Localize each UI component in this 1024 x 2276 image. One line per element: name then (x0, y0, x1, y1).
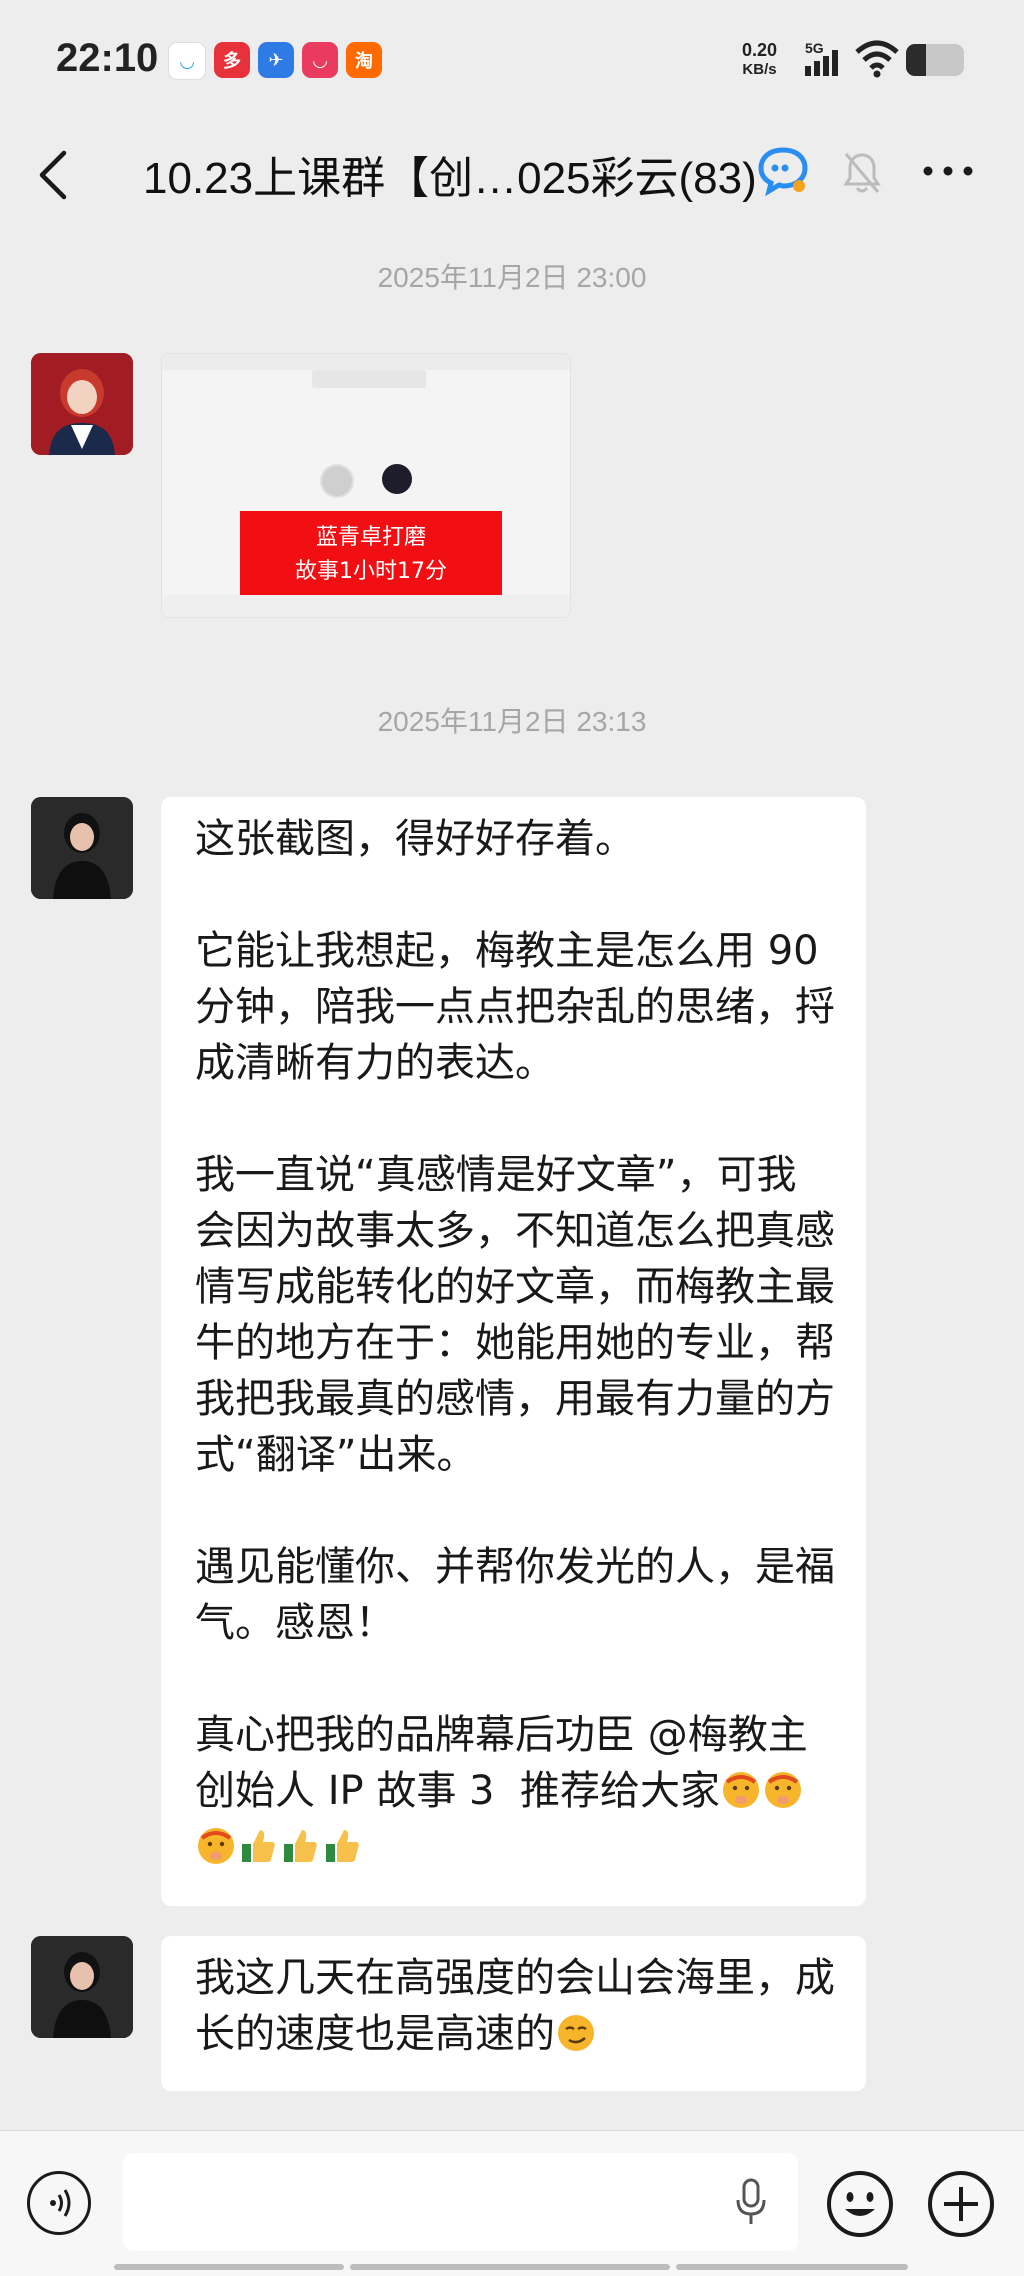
emoji-button-icon[interactable] (825, 2169, 895, 2239)
image-title-pill (312, 370, 426, 388)
microphone-icon[interactable] (731, 2176, 771, 2228)
image-person-avatar (382, 464, 412, 494)
wifi-icon (855, 40, 899, 78)
gesture-bar-segment (114, 2264, 344, 2270)
image-message[interactable]: 蓝青卓打磨 故事1小时17分 (161, 353, 571, 618)
thumbs-up-emoji-icon (242, 1830, 275, 1862)
thumbs-up-emoji-icon (326, 1830, 359, 1862)
chat-title: 10.23上课群【创…025彩云(83) (143, 154, 757, 203)
status-bar: 22:10 ◡ 多 ✈ ◡ 淘 0.20 KB/s 5G (0, 0, 1024, 120)
message-paragraph: 遇见能懂你、并帮你发光的人，是福气。感恩！ (195, 1544, 835, 1646)
taobao-icon: 淘 (346, 42, 382, 78)
shush-emoji-icon (722, 1772, 759, 1808)
voice-input-button[interactable] (27, 2171, 91, 2235)
message-paragraph: 它能让我想起，梅教主是怎么用 90 分钟，陪我一点点把杂乱的思绪，捋成清晰有力的… (195, 928, 835, 1086)
message-timestamp: 2025年11月2日 23:13 (377, 706, 647, 737)
gesture-bar-segment (350, 2264, 670, 2270)
text-message-bubble[interactable]: 我这几天在高强度的会山会海里，成长的速度也是高速的 (161, 1936, 866, 2091)
message-timestamp: 2025年11月2日 23:00 (377, 262, 647, 293)
input-bar (0, 2130, 1024, 2276)
red-app-icon: ◡ (302, 42, 338, 78)
chat-header: 10.23上课群【创…025彩云(83) (0, 120, 1024, 230)
message-paragraph-text: 真心把我的品牌幕后功臣 @梅教主创始人 IP 故事 3 推荐给大家 (195, 1712, 808, 1814)
avatar[interactable] (31, 1936, 133, 2038)
battery-icon (906, 44, 964, 76)
message-paragraph: 我一直说“真感情是好文章”，可我会因为故事太多，不知道怎么把真感情写成能转化的好… (195, 1152, 835, 1478)
battery-level (906, 44, 927, 76)
gesture-bar-segment (676, 2264, 908, 2270)
net-speed: 0.20 KB/s (742, 40, 777, 80)
avatar[interactable] (31, 797, 133, 899)
avatar-portrait-icon (31, 353, 133, 455)
signal-icon: 5G (805, 40, 838, 76)
image-bottom-bar (162, 595, 570, 617)
avatar-portrait-icon (31, 1936, 133, 2038)
mute-bell-icon (843, 153, 881, 193)
message-input[interactable] (123, 2153, 798, 2251)
message-paragraph: 我这几天在高强度的会山会海里，成长的速度也是高速的 (195, 1950, 836, 2062)
shush-emoji-icon (764, 1772, 801, 1808)
shopping-app-icon: 多 (214, 42, 250, 78)
voice-wave-icon (50, 2189, 71, 2217)
message-paragraph-last: 真心把我的品牌幕后功臣 @梅教主创始人 IP 故事 3 推荐给大家 (195, 1707, 836, 1875)
status-time: 22:10 (56, 36, 159, 80)
plus-button-icon[interactable] (926, 2169, 996, 2239)
notification-app-icons: ◡ 多 ✈ ◡ 淘 (168, 42, 382, 80)
network-type: 5G (805, 40, 824, 56)
thumbs-up-emoji-icon (284, 1830, 317, 1862)
more-options-icon[interactable] (922, 165, 974, 177)
image-banner-line-1: 蓝青卓打磨 (315, 525, 426, 550)
image-red-banner: 蓝青卓打磨 故事1小时17分 (240, 511, 502, 599)
image-person-avatar (320, 464, 354, 498)
train-app-icon: ✈ (258, 42, 294, 78)
message-paragraph-text: 我这几天在高强度的会山会海里，成长的速度也是高速的 (195, 1955, 835, 2057)
avatar-portrait-icon (31, 797, 133, 899)
ai-chat-icon[interactable] (755, 142, 811, 198)
chat-bubble-icon: ◡ (168, 42, 206, 80)
shush-emoji-icon (198, 1828, 234, 1864)
image-banner-line-2: 故事1小时17分 (295, 559, 447, 584)
back-button[interactable] (34, 145, 74, 205)
image-toolbar (162, 354, 570, 370)
message-paragraph: 这张截图，得好好存着。 (195, 816, 635, 862)
smirk-emoji-icon (558, 2015, 594, 2051)
text-message-bubble[interactable]: 这张截图，得好好存着。 它能让我想起，梅教主是怎么用 90 分钟，陪我一点点把杂… (161, 797, 866, 1906)
avatar[interactable] (31, 353, 133, 455)
net-speed-value: 0.20 (742, 40, 778, 60)
net-speed-unit: KB/s (742, 61, 777, 78)
